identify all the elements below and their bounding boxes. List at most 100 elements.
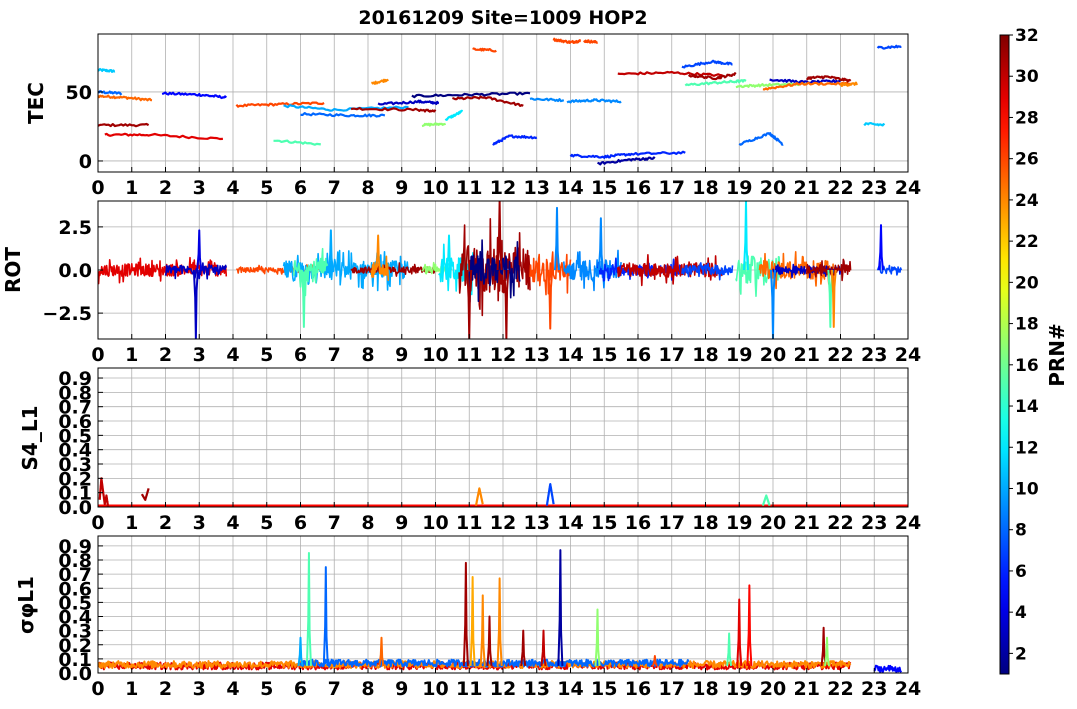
x-tick-label: 6 xyxy=(294,177,307,199)
x-tick-label: 14 xyxy=(557,344,583,366)
spike-mark xyxy=(479,594,486,667)
y-tick-label: 0.0 xyxy=(58,260,92,282)
x-tick-label: 17 xyxy=(659,177,685,199)
chart-title: 20161209 Site=1009 HOP2 xyxy=(358,7,647,29)
colorbar-tick-label: 4 xyxy=(1015,603,1027,623)
x-tick-label: 6 xyxy=(294,678,307,700)
x-tick-label: 3 xyxy=(193,177,206,199)
x-tick-label: 11 xyxy=(456,512,482,534)
series-line xyxy=(566,98,622,104)
series-line xyxy=(140,487,150,501)
colorbar-tick-label: 8 xyxy=(1015,521,1027,541)
x-tick-label: 21 xyxy=(794,678,820,700)
x-tick-label: 22 xyxy=(827,177,853,199)
series-line xyxy=(98,67,116,74)
x-tick-label: 0 xyxy=(91,678,104,700)
x-tick-label: 12 xyxy=(490,678,516,700)
x-tick-label: 14 xyxy=(557,512,583,534)
grid xyxy=(97,536,909,674)
colorbar-tick-label: 32 xyxy=(1015,26,1039,46)
x-tick-label: 23 xyxy=(861,344,887,366)
x-tick-label: 9 xyxy=(395,344,408,366)
x-tick-label: 2 xyxy=(159,344,172,366)
x-tick-label: 18 xyxy=(692,344,718,366)
series-line xyxy=(472,47,497,53)
x-tick-label: 16 xyxy=(625,678,651,700)
series-line xyxy=(377,99,440,106)
x-tick-label: 1 xyxy=(125,512,138,534)
x-tick-label: 16 xyxy=(625,512,651,534)
series-line xyxy=(876,44,902,50)
spike-mark xyxy=(742,201,750,271)
colorbar-tick-label: 20 xyxy=(1015,273,1039,293)
x-tick-label: 15 xyxy=(591,512,617,534)
x-tick-label: 3 xyxy=(193,678,206,700)
spike-mark xyxy=(322,566,329,666)
x-tick-label: 9 xyxy=(395,177,408,199)
x-tick-label: 3 xyxy=(193,344,206,366)
x-tick-label: 19 xyxy=(726,678,752,700)
x-tick-label: 21 xyxy=(794,344,820,366)
series-line xyxy=(474,487,484,506)
x-tick-label: 15 xyxy=(591,344,617,366)
series-line xyxy=(273,139,321,146)
series-line xyxy=(444,109,464,121)
y-axis-label: TEC xyxy=(24,82,48,124)
series-line xyxy=(529,97,565,103)
series-line xyxy=(761,494,771,507)
x-tick-label: 8 xyxy=(361,678,374,700)
colorbar-tick-label: 2 xyxy=(1015,644,1027,664)
colorbar-label: PRN# xyxy=(1045,323,1069,387)
spike-mark xyxy=(557,549,564,666)
panel-2: 0 1 2 3 4 5 6 7 8 9 10 11 12 13 14 15 16 17 18 19 20 21 22 23 24… xyxy=(1,200,921,366)
spike-mark xyxy=(496,201,503,271)
x-tick-label: 2 xyxy=(159,177,172,199)
x-tick-label: 15 xyxy=(591,177,617,199)
x-tick-label: 11 xyxy=(456,678,482,700)
plot-area xyxy=(98,549,903,673)
x-tick-label: 6 xyxy=(294,512,307,534)
x-tick-label: 18 xyxy=(692,678,718,700)
x-tick-label: 7 xyxy=(328,512,341,534)
colorbar-tick-label: 10 xyxy=(1015,479,1039,499)
colorbar: 2468101214161820222426283032PRN# xyxy=(999,26,1069,675)
colorbar-tick-label: 18 xyxy=(1015,315,1039,335)
x-tick-label: 12 xyxy=(490,344,516,366)
x-tick-label: 23 xyxy=(861,678,887,700)
x-tick-label: 4 xyxy=(226,678,239,700)
x-tick-label: 14 xyxy=(557,678,583,700)
series-line xyxy=(863,121,886,127)
x-tick-label: 14 xyxy=(557,177,583,199)
x-tick-label: 20 xyxy=(760,512,786,534)
spike-mark xyxy=(305,551,312,666)
spike-mark xyxy=(496,577,503,666)
colorbar-tick-label: 22 xyxy=(1015,232,1039,252)
x-tick-label: 22 xyxy=(827,678,853,700)
series-line xyxy=(371,78,389,85)
x-tick-label: 5 xyxy=(260,344,273,366)
series-line xyxy=(452,95,524,108)
x-tick-label: 11 xyxy=(456,177,482,199)
x-tick-label: 24 xyxy=(895,678,921,700)
x-tick-label: 10 xyxy=(422,678,448,700)
series-line xyxy=(235,101,325,108)
panels: 0 1 2 3 4 5 6 7 8 9 10 11 12 13 14 15 16 17 18 19 20 21 22 23 24… xyxy=(1,33,921,700)
x-tick-label: 17 xyxy=(659,512,685,534)
x-tick-label: 5 xyxy=(260,678,273,700)
x-tick-label: 8 xyxy=(361,512,374,534)
y-tick-label: 0.9 xyxy=(58,368,92,390)
spike-mark xyxy=(469,575,476,666)
x-tick-label: 24 xyxy=(895,344,921,366)
figure: 20161209 Site=1009 HOP2 0 1 2 3 4 5 6 7 8 9 10 11 12… xyxy=(1,7,1069,700)
series-line xyxy=(104,132,223,141)
series-line xyxy=(411,91,531,99)
x-tick-label: 9 xyxy=(395,678,408,700)
x-tick-label: 24 xyxy=(895,177,921,199)
panel-1: 0 1 2 3 4 5 6 7 8 9 10 11 12 13 14 15 16 17 18 19 20 21 22 23 24… xyxy=(24,33,921,199)
x-tick-label: 16 xyxy=(625,344,651,366)
x-tick-label: 5 xyxy=(260,512,273,534)
y-tick-label: 50 xyxy=(66,82,92,104)
series-line xyxy=(98,94,153,102)
x-tick-label: 19 xyxy=(726,177,752,199)
x-tick-label: 8 xyxy=(361,177,374,199)
